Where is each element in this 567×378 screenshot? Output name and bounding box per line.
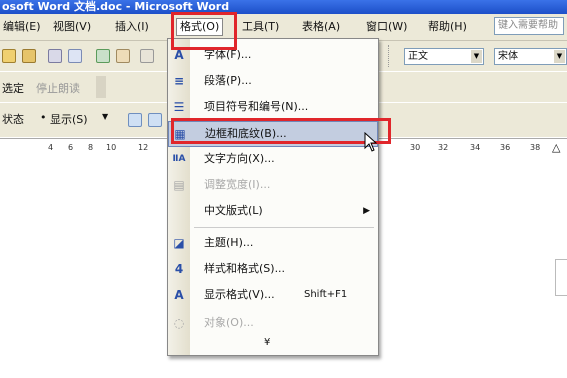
styles-icon: 4 (174, 262, 184, 276)
menu-item-object: ◌ 对象(O)... (173, 316, 254, 330)
ruler-tick: 6 (68, 143, 74, 152)
font-icon: A (174, 48, 184, 62)
title-bar: osoft Word 文档.doc - Microsoft Word (0, 0, 567, 14)
ruler-tick: 4 (48, 143, 54, 152)
menu-item-styles-formatting[interactable]: 4 样式和格式(S)... (168, 257, 378, 283)
menu-tools[interactable]: 工具(T) (239, 19, 282, 35)
highlight-format-menu (171, 12, 237, 50)
menu-help[interactable]: 帮助(H) (425, 19, 470, 35)
reveal-formatting-icon: A (174, 288, 184, 302)
chevron-down-icon[interactable]: ▼ (471, 50, 482, 63)
text-direction-icon: ⅡA (172, 154, 186, 164)
ruler-tick: 8 (88, 143, 94, 152)
font-select-value: 宋体 (498, 51, 518, 62)
object-icon: ◌ (173, 316, 185, 330)
chevron-down-icon[interactable]: ▼ (554, 50, 565, 63)
menu-item-asian-layout[interactable]: 中文版式(L) ▶ (168, 199, 378, 225)
new-doc-icon[interactable] (2, 49, 16, 63)
previous-change-icon[interactable] (128, 113, 142, 127)
menu-view[interactable]: 视图(V) (50, 19, 94, 35)
preview-icon[interactable] (68, 49, 82, 63)
ruler-tick: 34 (470, 143, 481, 152)
toolbar-grip[interactable] (388, 45, 395, 67)
ruler-tick: 10 (106, 143, 117, 152)
style-select[interactable]: 正文 ▼ (404, 48, 484, 65)
font-select[interactable]: 宋体 ▼ (494, 48, 567, 65)
menu-table[interactable]: 表格(A) (299, 19, 343, 35)
menu-separator (194, 227, 374, 228)
shortcut-label: Shift+F1 (304, 289, 348, 300)
mouse-cursor-icon (364, 132, 378, 152)
menu-window[interactable]: 窗口(W) (363, 19, 410, 35)
ruler-tick: 36 (500, 143, 511, 152)
menu-item-fit-width: ▤ 调整宽度(I)... (173, 178, 271, 192)
bullet-list-icon: ☰ (173, 100, 185, 114)
menu-bar: 编辑(E) 视图(V) 插入(I) 格式(O) 工具(T) 表格(A) 窗口(W… (0, 14, 567, 41)
highlight-borders-item (171, 118, 391, 144)
paragraph-icon: ≡ (173, 74, 185, 88)
markup-status-label[interactable]: 状态 (2, 111, 24, 127)
fit-width-icon: ▤ (173, 178, 185, 192)
menu-item-theme[interactable]: ◪ 主题(H)... (168, 231, 378, 257)
ruler-tick: 12 (138, 143, 149, 152)
stop-reading-button[interactable]: 停止朗读 (36, 80, 80, 96)
submenu-arrow-icon: ▶ (363, 206, 370, 216)
chevron-down-icon[interactable]: ▼ (102, 112, 108, 121)
bullet-icon: • (40, 111, 47, 124)
toolbar-overflow[interactable] (96, 76, 106, 98)
style-select-value: 正文 (408, 51, 428, 62)
menu-insert[interactable]: 插入(I) (112, 19, 152, 35)
ruler-tick: 38 (530, 143, 541, 152)
review-select-label[interactable]: 选定 (2, 80, 24, 96)
print-icon[interactable] (48, 49, 62, 63)
help-search-input[interactable]: 键入需要帮助 (494, 17, 564, 35)
research-icon[interactable] (116, 49, 130, 63)
ruler-tick: 30 (410, 143, 421, 152)
theme-icon: ◪ (173, 236, 185, 250)
menu-item-text-direction[interactable]: ⅡA 文字方向(X)... (168, 147, 378, 173)
expand-menu-icon[interactable]: ¥ (264, 337, 270, 348)
indent-marker-icon[interactable]: △ (552, 141, 560, 154)
menu-edit[interactable]: 编辑(E) (0, 19, 44, 35)
show-markup-button[interactable]: 显示(S) (50, 111, 88, 127)
menu-item-reveal-formatting[interactable]: A 显示格式(V)... Shift+F1 (168, 283, 378, 309)
cut-icon[interactable] (140, 49, 154, 63)
next-change-icon[interactable] (148, 113, 162, 127)
spell-check-icon[interactable] (96, 49, 110, 63)
menu-item-paragraph[interactable]: ≡ 段落(P)... (168, 69, 378, 95)
ruler-tick: 32 (438, 143, 449, 152)
open-folder-icon[interactable] (22, 49, 36, 63)
page-edge (555, 259, 567, 296)
format-menu: A 字体(F)... ≡ 段落(P)... ☰ 项目符号和编号(N)... ▦ … (167, 38, 379, 356)
